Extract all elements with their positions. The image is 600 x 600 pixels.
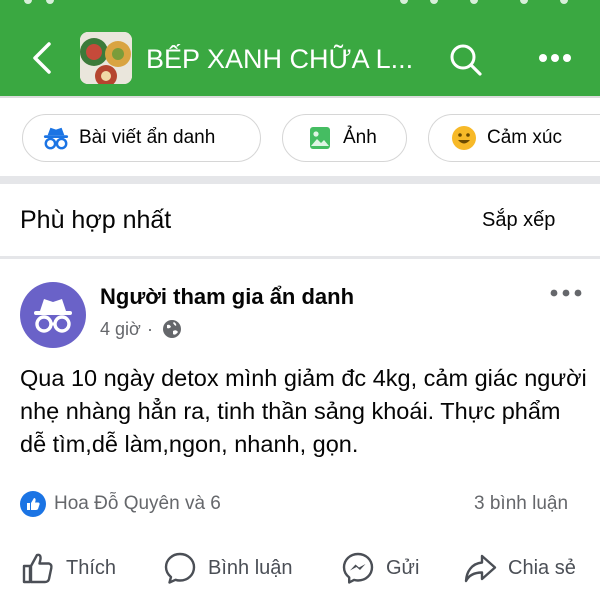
share-icon bbox=[462, 550, 498, 586]
globe-icon bbox=[163, 320, 181, 338]
incognito-icon bbox=[34, 299, 72, 333]
status-bar bbox=[0, 0, 600, 10]
action-label: Gửi bbox=[386, 556, 420, 579]
anonymous-post-button[interactable]: Bài viết ẩn danh bbox=[22, 114, 261, 162]
time-separator: · bbox=[147, 319, 153, 339]
chip-label: Ảnh bbox=[343, 127, 377, 148]
chevron-left-icon bbox=[33, 42, 51, 74]
app-header: BẾP XANH CHỮA L... bbox=[0, 0, 600, 96]
smiley-icon bbox=[451, 125, 477, 151]
more-options-button[interactable] bbox=[534, 42, 576, 74]
comment-button[interactable]: Bình luận bbox=[162, 548, 293, 588]
sort-title: Phù hợp nhất bbox=[20, 206, 172, 234]
post-options-button[interactable] bbox=[546, 282, 586, 304]
search-icon bbox=[450, 44, 482, 76]
more-horizontal-icon bbox=[539, 54, 571, 62]
post-time[interactable]: 4 giờ bbox=[100, 316, 141, 342]
like-button[interactable]: Thích bbox=[20, 548, 116, 588]
sort-button[interactable]: Sắp xếp bbox=[482, 206, 555, 234]
group-title[interactable]: BẾP XANH CHỮA L... bbox=[146, 42, 426, 76]
messenger-icon bbox=[340, 550, 376, 586]
photo-button[interactable]: Ảnh bbox=[282, 114, 407, 162]
action-label: Bình luận bbox=[208, 556, 293, 579]
food-photo-icon bbox=[80, 32, 132, 84]
thumbs-up-icon bbox=[20, 550, 56, 586]
chip-label: Cảm xúc bbox=[487, 127, 562, 148]
send-button[interactable]: Gửi bbox=[340, 548, 419, 588]
comment-icon bbox=[162, 550, 198, 586]
comment-count[interactable]: 3 bình luận bbox=[474, 490, 568, 518]
search-button[interactable] bbox=[446, 40, 486, 80]
chip-label: Bài viết ẩn danh bbox=[79, 127, 216, 148]
feed-divider bbox=[0, 256, 600, 259]
post-author[interactable]: Người tham gia ẩn danh bbox=[100, 282, 354, 312]
action-label: Thích bbox=[66, 556, 117, 579]
action-label: Chia sẻ bbox=[508, 556, 576, 579]
back-button[interactable] bbox=[24, 40, 60, 76]
share-button[interactable]: Chia sẻ bbox=[462, 548, 576, 588]
group-avatar[interactable] bbox=[80, 32, 132, 84]
feeling-button[interactable]: Cảm xúc bbox=[428, 114, 600, 162]
incognito-icon bbox=[43, 125, 69, 151]
post-text: Qua 10 ngày detox mình giảm đc 4kg, cảm … bbox=[20, 365, 587, 457]
reaction-summary[interactable]: Hoa Đỗ Quyên và 6 bbox=[54, 490, 221, 518]
section-separator bbox=[0, 176, 600, 184]
more-horizontal-icon bbox=[550, 289, 582, 297]
photo-icon bbox=[307, 125, 333, 151]
header-divider bbox=[0, 96, 600, 98]
like-reaction-icon[interactable] bbox=[20, 491, 46, 517]
avatar[interactable] bbox=[20, 282, 86, 348]
